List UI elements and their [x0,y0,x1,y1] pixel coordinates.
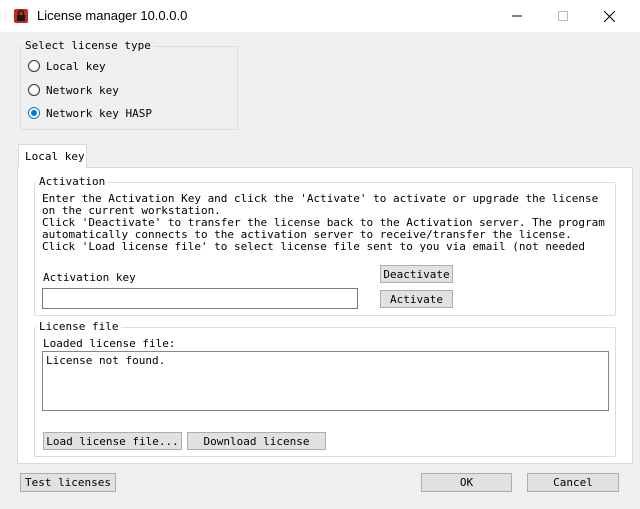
lock-icon [13,8,29,24]
radio-network-key-hasp[interactable]: Network key HASP [28,105,152,121]
license-file-label: License file [36,320,122,333]
description-line: Enter the Activation Key and click the '… [42,193,599,217]
minimize-icon [512,15,522,17]
test-licenses-button[interactable]: Test licenses [20,473,116,492]
activation-description: Enter the Activation Key and click the '… [42,193,608,253]
close-icon [603,10,615,22]
license-file-content[interactable]: License not found. [42,351,609,411]
radio-label: Local key [46,59,106,73]
activation-label: Activation [36,175,109,188]
radio-button-selected[interactable] [28,107,40,119]
license-type-label: Select license type [22,39,154,52]
cancel-button[interactable]: Cancel [527,473,619,492]
description-line: Click 'Deactivate' to transfer the licen… [42,216,605,241]
close-button[interactable] [586,0,632,32]
loaded-license-label: Loaded license file: [43,337,176,350]
minimize-button[interactable] [494,0,540,32]
activation-key-label: Activation key [43,271,136,284]
maximize-icon [558,11,568,21]
download-license-button[interactable]: Download license [187,432,326,450]
window-title: License manager 10.0.0.0 [37,8,188,23]
tab-local-key[interactable]: Local key [18,144,87,168]
activation-key-input[interactable] [42,288,358,309]
radio-network-key[interactable]: Network key [28,82,119,98]
radio-button[interactable] [28,60,40,72]
radio-label: Network key HASP [46,106,152,120]
radio-button[interactable] [28,84,40,96]
activate-button[interactable]: Activate [380,290,453,308]
title-bar[interactable]: License manager 10.0.0.0 [0,0,640,32]
load-license-file-button[interactable]: Load license file... [43,432,182,450]
ok-button[interactable]: OK [421,473,512,492]
deactivate-button[interactable]: Deactivate [380,265,453,283]
radio-label: Network key [46,83,119,97]
maximize-button[interactable] [540,0,586,32]
radio-local-key[interactable]: Local key [28,58,106,74]
description-line: Click 'Load license file' to select lice… [42,240,586,254]
